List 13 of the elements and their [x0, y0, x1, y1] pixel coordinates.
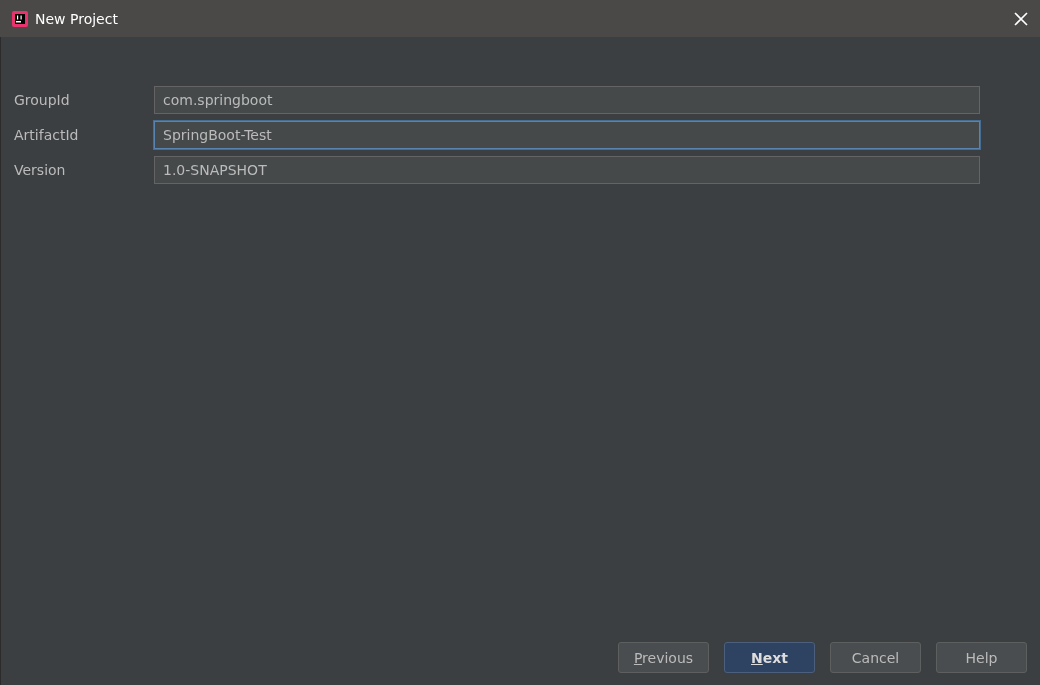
window-title: New Project: [35, 10, 119, 27]
dialog-button[interactable]: Previous: [618, 642, 709, 673]
dialog-button[interactable]: Help: [936, 642, 1027, 673]
input-field[interactable]: com.springboot: [154, 86, 980, 114]
field-label: ArtifactId: [14, 127, 80, 143]
next-button[interactable]: Next: [724, 642, 815, 673]
input-field[interactable]: SpringBoot-Test: [154, 121, 980, 149]
field-label: GroupId: [14, 92, 71, 108]
dialog-button[interactable]: Cancel: [830, 642, 921, 673]
field-label: Version: [14, 162, 67, 178]
close-icon[interactable]: [1014, 11, 1028, 26]
app-icon: [12, 10, 28, 27]
input-field[interactable]: 1.0-SNAPSHOT: [154, 156, 980, 184]
